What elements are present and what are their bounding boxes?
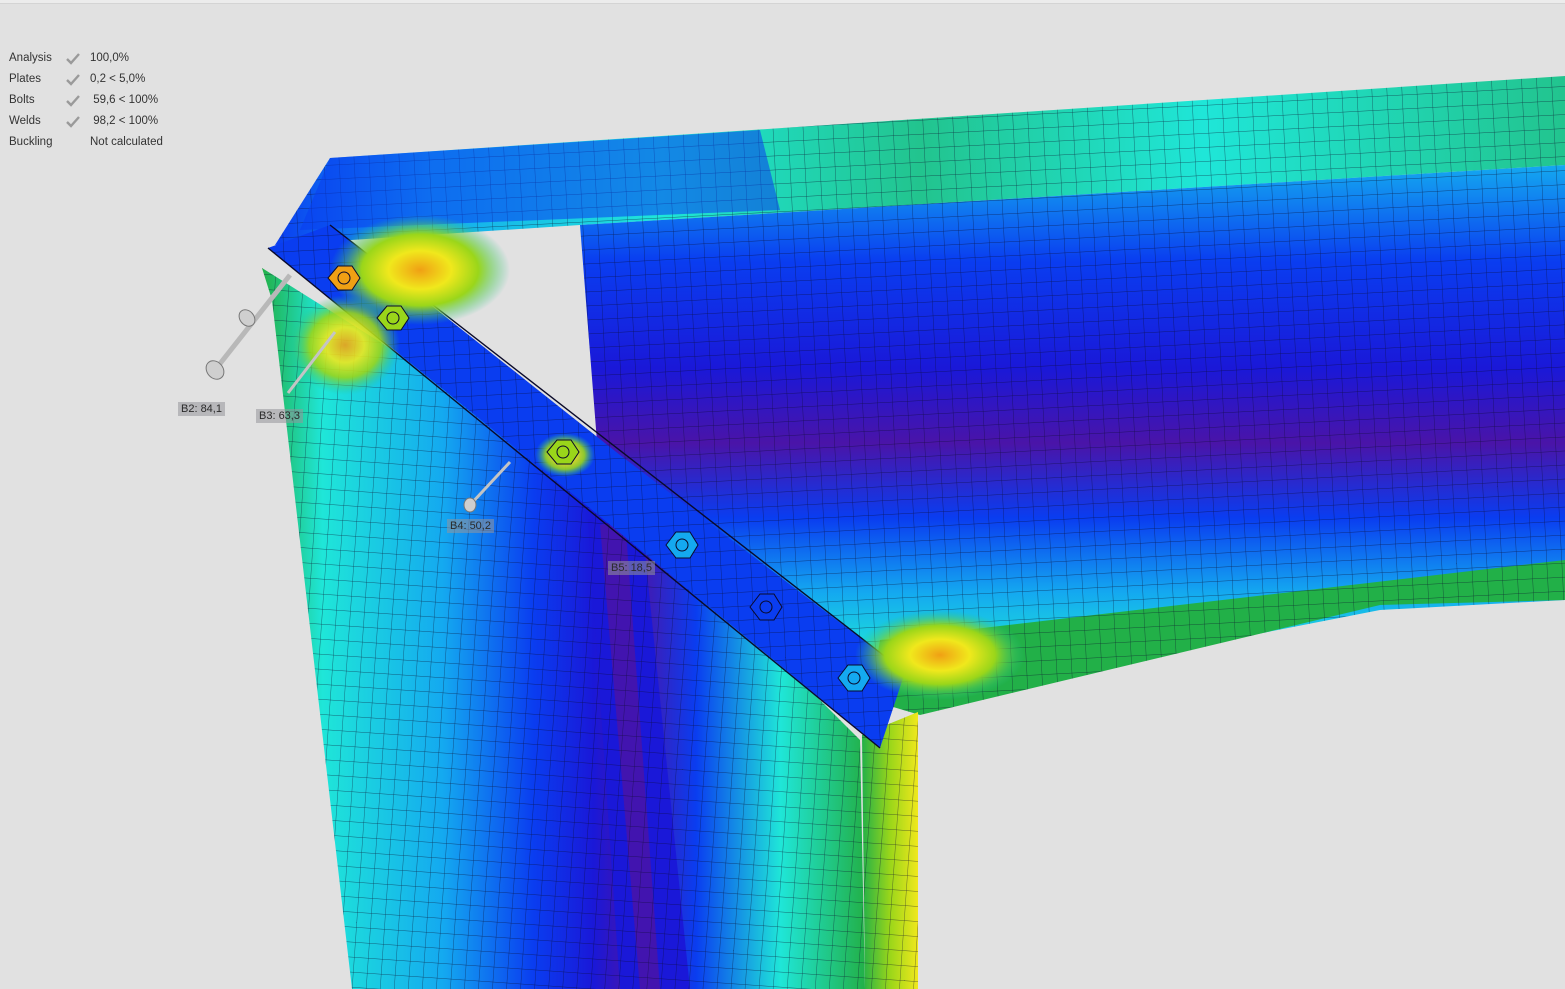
check-icon bbox=[65, 52, 90, 66]
summary-value: 98,2 < 100% bbox=[90, 115, 159, 127]
bolt-label-b2[interactable]: B2: 84,1 bbox=[178, 402, 225, 416]
bolt-label-b4[interactable]: B4: 50,2 bbox=[447, 519, 494, 533]
check-icon bbox=[65, 94, 90, 108]
summary-label: Analysis bbox=[9, 52, 52, 64]
bolt-label-b5[interactable]: B5: 18,5 bbox=[608, 561, 655, 575]
check-icon bbox=[65, 115, 90, 129]
summary-row-plates: Plates 0,2 < 5,0% bbox=[9, 69, 163, 90]
summary-row-welds: Welds 98,2 < 100% bbox=[9, 111, 163, 132]
check-icon bbox=[65, 73, 90, 87]
summary-label: Welds bbox=[9, 115, 41, 127]
summary-value: Not calculated bbox=[90, 136, 163, 148]
summary-value: 59,6 < 100% bbox=[90, 94, 159, 106]
summary-row-analysis: Analysis 100,0% bbox=[9, 48, 163, 69]
summary-value: 0,2 < 5,0% bbox=[90, 73, 146, 85]
summary-value: 100,0% bbox=[90, 52, 130, 64]
summary-label: Bolts bbox=[9, 94, 35, 106]
summary-label: Plates bbox=[9, 73, 41, 85]
summary-label: Buckling bbox=[9, 136, 53, 148]
results-summary: Analysis 100,0% Plates 0,2 < 5,0% Bolts … bbox=[9, 48, 163, 153]
summary-row-buckling: Buckling Not calculated bbox=[9, 132, 163, 153]
fea-3d-viewport[interactable] bbox=[0, 0, 1565, 989]
column-side-face[interactable] bbox=[862, 712, 918, 989]
summary-row-bolts: Bolts 59,6 < 100% bbox=[9, 90, 163, 111]
bolt-label-b3[interactable]: B3: 63,3 bbox=[256, 409, 303, 423]
